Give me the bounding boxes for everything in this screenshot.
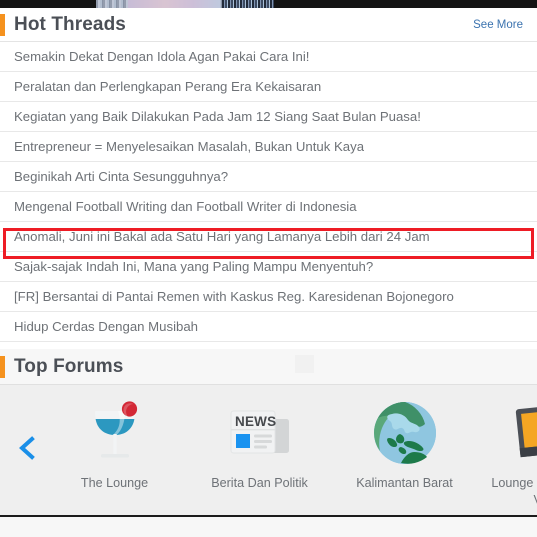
- thread-row[interactable]: Mengenal Football Writing dan Football W…: [0, 192, 537, 222]
- forum-item-lounge-pictures-and-video[interactable]: Lounge Pictures And Video: [477, 385, 537, 509]
- page-root: Hot Threads See More Semakin Dekat Denga…: [0, 0, 537, 537]
- thread-title: Hidup Cerdas Dengan Musibah: [14, 319, 199, 334]
- thread-row[interactable]: Beginikah Arti Cinta Sesungguhnya?: [0, 162, 537, 192]
- orange-accent-bar: [0, 355, 5, 378]
- banner-art-right: [222, 0, 274, 8]
- hot-threads-header: Hot Threads See More: [0, 8, 537, 41]
- cocktail-glass-icon: [79, 397, 151, 469]
- thread-row[interactable]: [FR] Bersantai di Pantai Remen with Kask…: [0, 282, 537, 312]
- thread-row[interactable]: Kegiatan yang Baik Dilakukan Pada Jam 12…: [0, 102, 537, 132]
- thread-row[interactable]: Sajak-sajak Indah Ini, Mana yang Paling …: [0, 252, 537, 282]
- thread-row[interactable]: Entrepreneur = Menyelesaikan Masalah, Bu…: [0, 132, 537, 162]
- thread-title: Sajak-sajak Indah Ini, Mana yang Paling …: [14, 259, 374, 274]
- forum-label: Lounge Pictures And Video: [491, 476, 537, 507]
- top-forums-carousel: The Lounge NEWS Berita Dan Politik Kalim…: [0, 384, 537, 517]
- thread-title: [FR] Bersantai di Pantai Remen with Kask…: [14, 289, 454, 304]
- orange-accent-bar: [0, 13, 5, 36]
- globe-icon: [369, 397, 441, 469]
- forum-item-the-lounge[interactable]: The Lounge: [42, 385, 187, 492]
- monitor-cocktail-icon: [514, 397, 537, 469]
- thread-title: Entrepreneur = Menyelesaikan Masalah, Bu…: [14, 139, 365, 154]
- placeholder-square: [295, 355, 314, 373]
- see-more-link[interactable]: See More: [473, 19, 523, 31]
- thread-title: Mengenal Football Writing dan Football W…: [14, 199, 357, 214]
- forum-item-berita-dan-politik[interactable]: NEWS Berita Dan Politik: [187, 385, 332, 492]
- svg-text:NEWS: NEWS: [235, 414, 276, 429]
- banner-art-center: [128, 0, 220, 8]
- thread-row[interactable]: Hidup Cerdas Dengan Musibah: [0, 312, 537, 342]
- forum-label: The Lounge: [80, 476, 149, 490]
- hot-threads-list: Semakin Dekat Dengan Idola Agan Pakai Ca…: [0, 41, 537, 342]
- forum-item-kalimantan-barat[interactable]: Kalimantan Barat: [332, 385, 477, 492]
- content-card: Hot Threads See More Semakin Dekat Denga…: [0, 8, 537, 517]
- thread-row-highlighted[interactable]: Anomali, Juni ini Bakal ada Satu Hari ya…: [0, 222, 537, 252]
- top-banner-strip: [0, 0, 537, 8]
- thread-title: Anomali, Juni ini Bakal ada Satu Hari ya…: [14, 229, 430, 244]
- newspaper-icon: NEWS: [224, 397, 296, 469]
- thread-title: Beginikah Arti Cinta Sesungguhnya?: [14, 169, 229, 184]
- thread-row[interactable]: Peralatan dan Perlengkapan Perang Era Ke…: [0, 72, 537, 102]
- thread-title: Kegiatan yang Baik Dilakukan Pada Jam 12…: [14, 109, 421, 124]
- thread-row[interactable]: Semakin Dekat Dengan Idola Agan Pakai Ca…: [0, 42, 537, 72]
- thread-title: Peralatan dan Perlengkapan Perang Era Ke…: [14, 79, 322, 94]
- carousel-prev-button[interactable]: [16, 435, 38, 461]
- hot-threads-title: Hot Threads: [14, 14, 126, 35]
- forum-item-list: The Lounge NEWS Berita Dan Politik Kalim…: [42, 385, 537, 515]
- forum-label: Berita Dan Politik: [211, 476, 308, 490]
- chevron-left-icon: [19, 436, 35, 460]
- top-forums-title: Top Forums: [14, 356, 124, 377]
- thread-title: Semakin Dekat Dengan Idola Agan Pakai Ca…: [14, 49, 310, 64]
- top-forums-header: Top Forums: [0, 349, 537, 384]
- forum-label: Kalimantan Barat: [356, 476, 453, 490]
